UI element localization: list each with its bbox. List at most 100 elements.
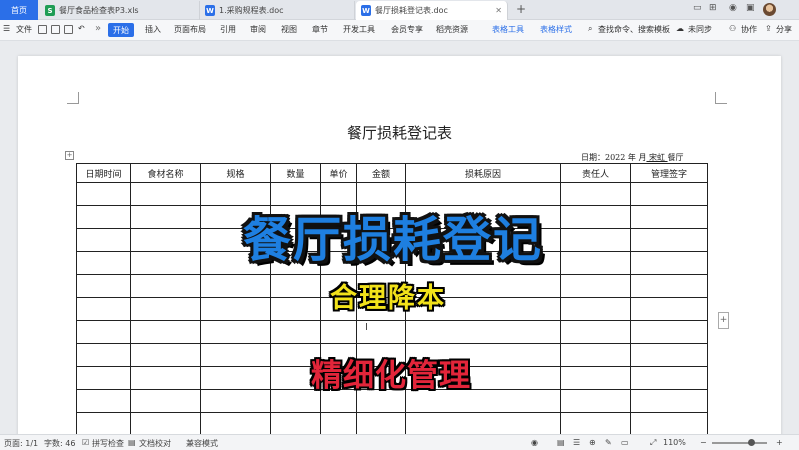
table-cell[interactable]	[630, 412, 708, 434]
grid-view-icon[interactable]: ⊞	[709, 3, 717, 13]
close-icon[interactable]: ✕	[495, 6, 502, 15]
page-count[interactable]: 页面: 1/1	[4, 438, 38, 449]
tab-start[interactable]: 开始	[108, 23, 134, 37]
window-layout-icon[interactable]: ▭	[693, 3, 702, 13]
table-cell[interactable]	[560, 366, 631, 390]
table-header-cell[interactable]: 食材名称	[130, 163, 201, 183]
table-header-cell[interactable]: 数量	[270, 163, 321, 183]
table-cell[interactable]	[76, 297, 131, 321]
tab-references[interactable]: 引用	[220, 24, 236, 35]
table-cell[interactable]	[76, 412, 131, 434]
table-cell[interactable]	[270, 412, 321, 434]
table-header-cell[interactable]: 日期时间	[76, 163, 131, 183]
table-cell[interactable]	[130, 182, 201, 206]
search-icon[interactable]: ⌕	[588, 24, 592, 34]
table-cell[interactable]	[630, 274, 708, 298]
table-cell[interactable]	[320, 412, 357, 434]
share-button[interactable]: 分享	[776, 24, 792, 35]
table-move-handle[interactable]: +	[65, 151, 74, 160]
document-canvas[interactable]: 餐厅损耗登记表 日期：2022 年 月 宋虹 餐厅 + 日期时间 食材名称 规格 数量…	[0, 41, 799, 434]
table-cell[interactable]	[200, 320, 271, 344]
table-cell[interactable]	[130, 297, 201, 321]
table-header-cell[interactable]: 金额	[356, 163, 406, 183]
table-cell[interactable]	[130, 228, 201, 252]
table-cell[interactable]	[200, 389, 271, 413]
table-cell[interactable]	[560, 182, 631, 206]
fit-icon[interactable]: ⤢	[650, 438, 656, 448]
table-header-cell[interactable]: 损耗原因	[405, 163, 561, 183]
tab-table-tools[interactable]: 表格工具	[492, 24, 524, 35]
zoom-level[interactable]: 110%	[663, 438, 686, 447]
zoom-slider-handle[interactable]	[748, 439, 755, 446]
table-cell[interactable]	[560, 251, 631, 275]
table-cell[interactable]	[356, 320, 406, 344]
table-cell[interactable]	[630, 182, 708, 206]
word-count[interactable]: 字数: 46	[44, 438, 75, 449]
table-cell[interactable]	[405, 412, 561, 434]
document-page[interactable]: 餐厅损耗登记表 日期：2022 年 月 宋虹 餐厅 + 日期时间 食材名称 规格 数量…	[18, 56, 781, 434]
table-header-cell[interactable]: 管理签字	[630, 163, 708, 183]
tab-page-layout[interactable]: 页面布局	[174, 24, 206, 35]
web-view-icon[interactable]: ⊕	[589, 438, 596, 447]
table-cell[interactable]	[560, 228, 631, 252]
tab-procurement-doc[interactable]: W 1.采购规程表.doc	[200, 1, 355, 20]
page-view-icon[interactable]: ▤	[557, 438, 565, 447]
zoom-out-button[interactable]: −	[700, 438, 707, 447]
table-cell[interactable]	[76, 320, 131, 344]
save-icon[interactable]	[38, 25, 47, 34]
tab-section[interactable]: 章节	[312, 24, 328, 35]
tab-insert[interactable]: 插入	[145, 24, 161, 35]
table-header-cell[interactable]: 责任人	[560, 163, 631, 183]
tab-loss-register-doc[interactable]: W 餐厅损耗登记表.doc ✕	[356, 1, 508, 20]
table-cell[interactable]	[630, 389, 708, 413]
table-cell[interactable]	[76, 343, 131, 367]
table-cell[interactable]	[200, 343, 271, 367]
tab-view[interactable]: 视图	[281, 24, 297, 35]
zoom-slider[interactable]	[712, 442, 767, 444]
eye-icon[interactable]: ◉	[531, 438, 538, 447]
zoom-in-button[interactable]: +	[776, 438, 783, 447]
table-cell[interactable]	[560, 297, 631, 321]
outline-view-icon[interactable]: ☰	[573, 438, 580, 447]
table-cell[interactable]	[76, 182, 131, 206]
table-cell[interactable]	[630, 343, 708, 367]
table-cell[interactable]	[76, 251, 131, 275]
table-cell[interactable]	[76, 228, 131, 252]
table-header-cell[interactable]: 规格	[200, 163, 271, 183]
print-icon[interactable]	[64, 25, 73, 34]
home-tab[interactable]: 首页	[0, 0, 38, 20]
tab-review[interactable]: 审阅	[250, 24, 266, 35]
tab-developer[interactable]: 开发工具	[343, 24, 375, 35]
table-cell[interactable]	[200, 412, 271, 434]
table-cell[interactable]	[270, 274, 321, 298]
skin-icon[interactable]: ◉	[729, 3, 737, 13]
proofread-button[interactable]: 文档校对	[139, 438, 171, 449]
read-mode-icon[interactable]: ▭	[621, 438, 629, 447]
table-cell[interactable]	[630, 228, 708, 252]
table-cell[interactable]	[560, 343, 631, 367]
table-cell[interactable]	[560, 320, 631, 344]
table-cell[interactable]	[130, 389, 201, 413]
table-cell[interactable]	[405, 320, 561, 344]
app-icon[interactable]: ▣	[746, 3, 755, 13]
table-cell[interactable]	[130, 320, 201, 344]
avatar[interactable]	[763, 3, 776, 16]
table-cell[interactable]	[630, 205, 708, 229]
table-cell[interactable]	[130, 343, 201, 367]
tab-spreadsheet[interactable]: S 餐厅食品检查表P3.xls	[40, 1, 200, 20]
add-row-button[interactable]: +	[718, 312, 729, 329]
table-cell[interactable]	[630, 297, 708, 321]
table-cell[interactable]	[76, 205, 131, 229]
tab-table-style[interactable]: 表格样式	[540, 24, 572, 35]
table-cell[interactable]	[130, 412, 201, 434]
file-menu[interactable]: 文件	[16, 24, 32, 35]
table-cell[interactable]	[200, 274, 271, 298]
tab-resources[interactable]: 稻壳资源	[436, 24, 468, 35]
table-cell[interactable]	[270, 320, 321, 344]
table-cell[interactable]	[630, 320, 708, 344]
pen-icon[interactable]: ✎	[605, 438, 612, 447]
export-icon[interactable]	[51, 25, 60, 34]
table-cell[interactable]	[320, 320, 357, 344]
table-cell[interactable]	[630, 251, 708, 275]
table-cell[interactable]	[130, 251, 201, 275]
